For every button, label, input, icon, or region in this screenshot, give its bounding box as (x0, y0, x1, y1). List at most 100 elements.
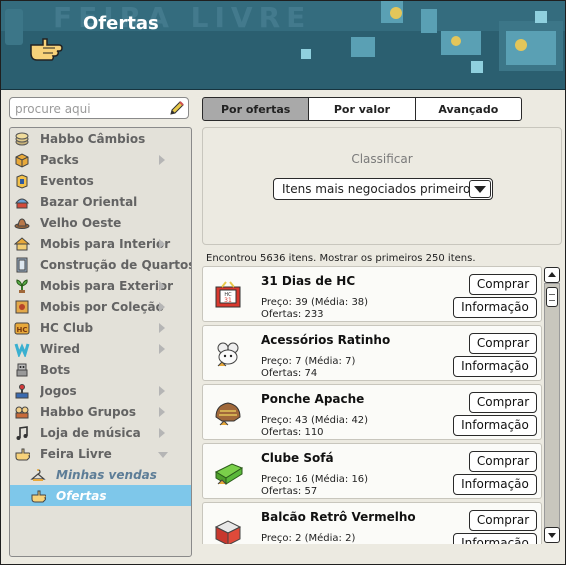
scroll-down-button[interactable] (544, 527, 560, 543)
chevron-right-icon[interactable] (159, 428, 165, 438)
tab-por-ofertas[interactable]: Por ofertas (202, 97, 310, 121)
sidebar-item-label: Construção de Quartos (40, 257, 191, 272)
plant-icon (16, 278, 28, 293)
chevron-right-icon[interactable] (159, 386, 165, 396)
offer-row: Ponche Apache Preço: 43 (Média: 42) Oferta… (202, 384, 542, 440)
chevron-right-icon[interactable] (159, 281, 165, 291)
sidebar-subitem[interactable]: Minhas vendas (10, 464, 191, 485)
info-button[interactable]: Informação (453, 415, 537, 436)
offer-price: Preço: 43 (Média: 42) (261, 415, 369, 426)
groups-icon (15, 406, 29, 418)
offer-row: HC 31 31 Dias de HC Preço: 39 (Média: 38) Of… (202, 266, 542, 322)
house-icon (14, 236, 30, 250)
buy-button[interactable]: Comprar (469, 274, 537, 295)
buy-button[interactable]: Comprar (469, 451, 537, 472)
hc-icon: HC (14, 322, 30, 334)
offer-price: Preço: 2 (Média: 2) (261, 533, 356, 544)
info-button[interactable]: Informação (453, 474, 537, 495)
sidebar-item-label: Feira Livre (40, 446, 112, 461)
sofa-icon (214, 463, 244, 485)
sidebar-item-label: Mobis por Coleção (40, 299, 164, 314)
sidebar-item[interactable]: Feira Livre (10, 443, 191, 464)
offer-name: 31 Dias de HC (261, 274, 356, 288)
tab-por-valor[interactable]: Por valor (308, 97, 416, 121)
scroll-track[interactable] (544, 283, 560, 529)
search-tabs: Por ofertas Por valor Avançado (202, 97, 522, 121)
sidebar-item-label: Packs (40, 152, 79, 167)
joystick-icon (15, 383, 29, 398)
sidebar-subitem-label: Minhas vendas (56, 467, 157, 482)
sidebar-item[interactable]: Bots (10, 359, 191, 380)
chevron-right-icon[interactable] (159, 239, 165, 249)
box-icon (15, 152, 29, 168)
buy-button[interactable]: Comprar (469, 333, 537, 354)
sidebar-item[interactable]: HC HC Club (10, 317, 191, 338)
sidebar-item[interactable]: Packs (10, 149, 191, 170)
offer-count: Ofertas: 233 (261, 309, 324, 320)
sidebar-subitem[interactable]: Ofertas (10, 485, 191, 506)
sidebar-item-label: Bazar Oriental (40, 194, 138, 209)
offer-price: Preço: 7 (Média: 7) (261, 356, 356, 367)
offer-name: Ponche Apache (261, 392, 365, 406)
chevron-down-icon[interactable] (158, 452, 168, 458)
sidebar-subitem-label: Ofertas (56, 488, 107, 503)
poncho-icon (215, 402, 241, 426)
pencil-icon[interactable] (169, 100, 185, 116)
offer-row: Clube Sofá Preço: 16 (Média: 16) Ofertas: … (202, 443, 542, 499)
sidebar-item[interactable]: Eventos (10, 170, 191, 191)
sidebar-item[interactable]: Construção de Quartos (10, 254, 191, 275)
info-button[interactable]: Informação (453, 533, 537, 544)
info-button[interactable]: Informação (453, 356, 537, 377)
hc-calendar-icon: HC31 (215, 281, 241, 308)
info-button[interactable]: Informação (453, 297, 537, 318)
scroll-up-button[interactable] (544, 267, 560, 283)
coins-icon (15, 132, 29, 145)
sidebar-item[interactable]: Habbo Grupos (10, 401, 191, 422)
sidebar-item[interactable]: Wired (10, 338, 191, 359)
sort-label: Classificar (351, 152, 413, 166)
sidebar-item[interactable]: Bazar Oriental (10, 191, 191, 212)
sidebar-item[interactable]: Mobis para Exterior (10, 275, 191, 296)
chevron-right-icon[interactable] (159, 407, 165, 417)
offer-price: Preço: 39 (Média: 38) (261, 297, 369, 308)
offer-name: Balcão Retrô Vermelho (261, 510, 416, 524)
offer-row: Acessórios Ratinho Preço: 7 (Média: 7) Ofe… (202, 325, 542, 381)
sidebar-item-label: Loja de música (40, 425, 141, 440)
offer-count: Ofertas: 74 (261, 368, 318, 379)
sidebar-item[interactable]: Mobis por Coleção (10, 296, 191, 317)
offer-name: Clube Sofá (261, 451, 334, 465)
search-input[interactable] (10, 100, 165, 118)
scroll-thumb[interactable] (546, 287, 558, 307)
music-note-icon (16, 425, 28, 440)
offer-count: Ofertas: 110 (261, 427, 324, 438)
sidebar-item-label: Wired (40, 341, 80, 356)
hanger-icon (30, 468, 46, 481)
results-list: HC 31 31 Dias de HC Preço: 39 (Média: 38) Of… (202, 266, 542, 544)
tab-avancado[interactable]: Avançado (414, 97, 522, 121)
hand-point-icon (31, 490, 46, 502)
buy-button[interactable]: Comprar (469, 510, 537, 531)
sidebar-item[interactable]: Velho Oeste (10, 212, 191, 233)
event-icon (16, 173, 28, 189)
cowboy-hat-icon (14, 217, 30, 229)
mouse-accessory-icon (217, 342, 239, 367)
hand-point-icon (30, 38, 63, 61)
sidebar-item[interactable]: Mobis para Interior (10, 233, 191, 254)
offer-name: Acessórios Ratinho (261, 333, 391, 347)
sort-select[interactable]: Itens mais negociados primeiro (273, 178, 493, 200)
svg-text:HC: HC (17, 326, 28, 334)
results-scrollbar[interactable] (544, 267, 560, 543)
buy-button[interactable]: Comprar (469, 392, 537, 413)
chevron-right-icon[interactable] (159, 323, 165, 333)
chevron-right-icon[interactable] (159, 344, 165, 354)
sidebar-item[interactable]: Habbo Câmbios (10, 128, 191, 149)
sidebar-item[interactable]: Loja de música (10, 422, 191, 443)
sort-panel: Classificar Itens mais negociados primei… (202, 127, 562, 245)
chevron-right-icon[interactable] (159, 155, 165, 165)
search-box[interactable] (9, 97, 189, 119)
sidebar-item-label: Bots (40, 362, 71, 377)
sidebar-item[interactable]: Jogos (10, 380, 191, 401)
chevron-right-icon[interactable] (159, 302, 165, 312)
chevron-down-icon[interactable] (469, 180, 491, 198)
sort-selected-value: Itens mais negociados primeiro (282, 182, 471, 196)
